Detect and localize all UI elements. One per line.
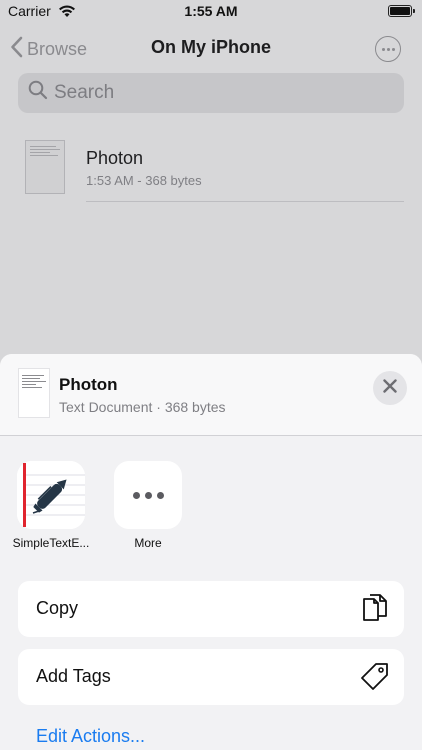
file-thumbnail	[25, 140, 65, 194]
close-icon	[383, 378, 397, 398]
share-sheet-header: Photon Text Document · 368 bytes	[0, 354, 422, 436]
ellipsis-circle-icon[interactable]	[375, 36, 401, 62]
status-bar: Carrier 1:55 AM	[0, 0, 422, 24]
share-sheet: Photon Text Document · 368 bytes SimpleT…	[0, 354, 422, 750]
file-meta: 1:53 AM - 368 bytes	[86, 173, 202, 188]
search-placeholder: Search	[54, 82, 115, 103]
tag-icon	[360, 661, 390, 693]
action-label: Add Tags	[36, 666, 111, 686]
page-title: On My iPhone	[150, 37, 271, 57]
document-meta: Text Document · 368 bytes	[59, 399, 226, 415]
document-name: Photon	[59, 375, 118, 394]
add-tags-action[interactable]: Add Tags	[18, 649, 404, 705]
app-label: More	[134, 536, 162, 550]
app-label: SimpleTextE...	[12, 536, 90, 550]
document-thumbnail	[18, 368, 50, 418]
copy-action[interactable]: Copy	[18, 581, 404, 637]
action-label: Copy	[36, 598, 79, 618]
edit-actions-link[interactable]: Edit Actions...	[36, 726, 145, 747]
divider	[86, 201, 404, 202]
file-name: Photon	[86, 148, 144, 168]
search-icon	[28, 80, 48, 106]
simpletexteditor-app-button[interactable]	[17, 461, 85, 529]
navigation-bar: Browse On My iPhone	[0, 28, 422, 68]
search-field[interactable]: Search	[18, 73, 404, 113]
more-dots-icon	[114, 461, 182, 529]
simpletexteditor-app-icon	[17, 461, 85, 533]
battery-icon	[388, 5, 415, 17]
copy-icon	[360, 593, 390, 625]
file-list-item[interactable]: Photon 1:53 AM - 368 bytes	[0, 134, 422, 204]
more-apps-button[interactable]	[114, 461, 182, 529]
clock: 1:55 AM	[184, 3, 238, 19]
close-button[interactable]	[373, 371, 407, 405]
